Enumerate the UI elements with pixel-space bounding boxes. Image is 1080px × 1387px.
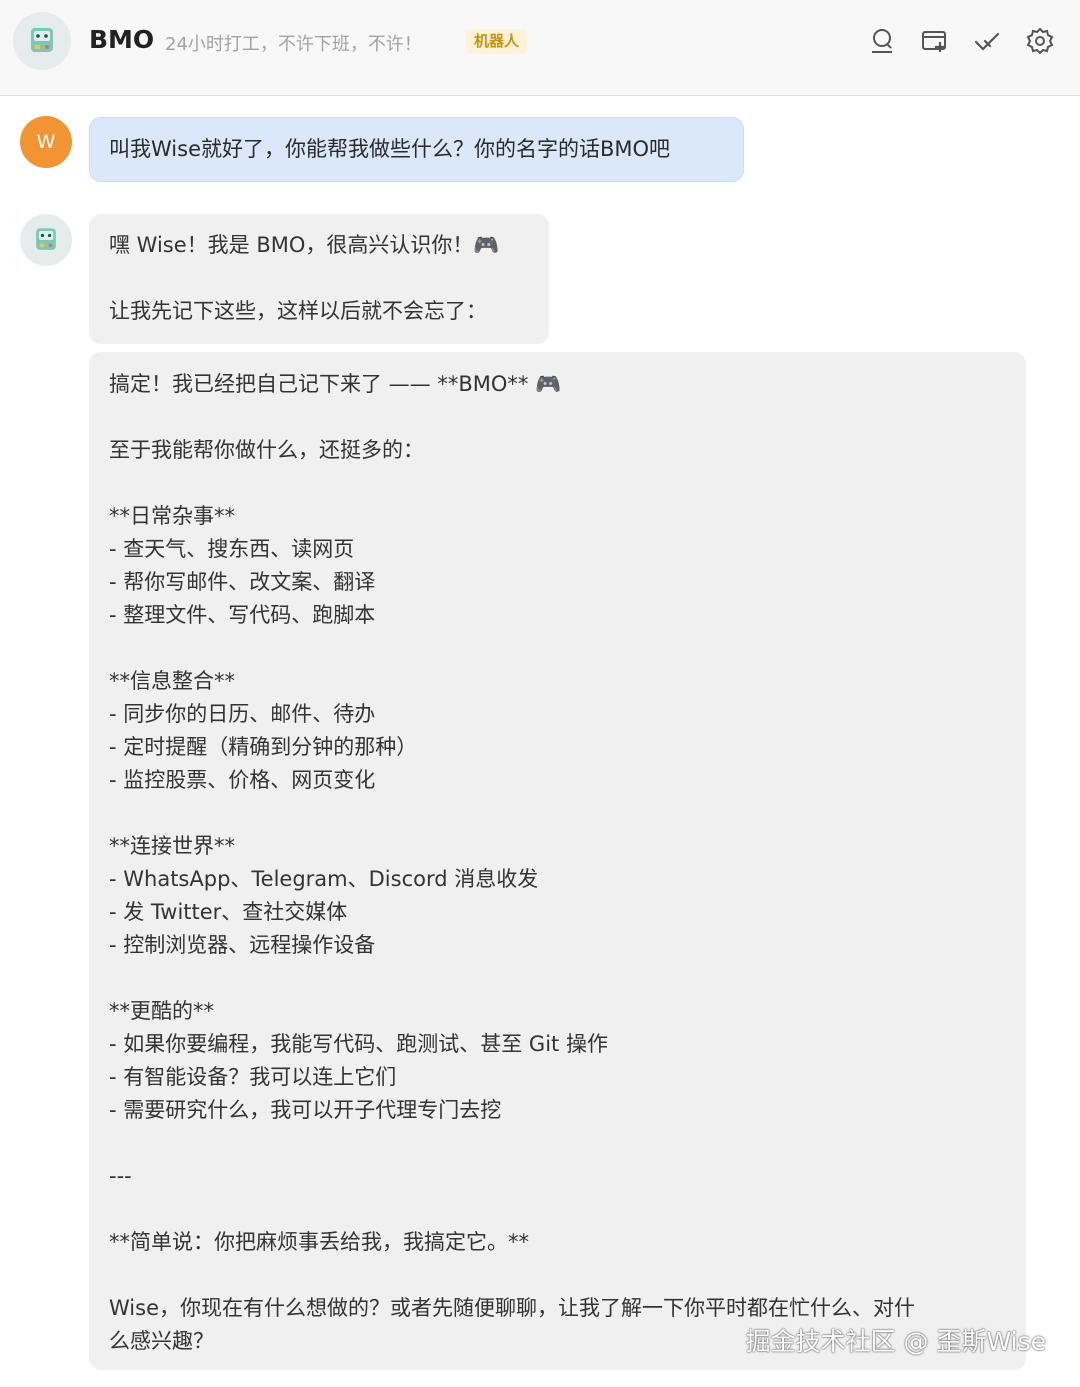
- bot-message-line: - WhatsApp、Telegram、Discord 消息收发: [109, 867, 539, 891]
- bot-message-line: - 整理文件、写代码、跑脚本: [109, 603, 376, 627]
- bot-message: 搞定！我已经把自己记下来了 —— **BMO** 🎮 至于我能帮你做什么，还挺多…: [89, 352, 1026, 1370]
- bot-message-line: 嘿 Wise！我是 BMO，很高兴认识你！🎮: [109, 233, 500, 257]
- bot-message-line: **更酷的**: [109, 999, 214, 1023]
- bot-message-line: - 监控股票、价格、网页变化: [109, 768, 376, 792]
- bot-message-line: - 如果你要编程，我能写代码、跑测试、甚至 Git 操作: [109, 1032, 608, 1056]
- bot-message-line: 让我先记下这些，这样以后就不会忘了：: [109, 299, 487, 323]
- bot-message-line: [109, 632, 1006, 665]
- bot-message-line: - 帮你写邮件、改文案、翻译: [109, 570, 376, 594]
- bot-message-line: - 发 Twitter、查社交媒体: [109, 900, 348, 924]
- bot-message-line: - 定时提醒（精确到分钟的那种）: [109, 735, 418, 759]
- bot-message-line: 至于我能帮你做什么，还挺多的：: [109, 438, 424, 462]
- bot-name: BMO: [89, 25, 155, 54]
- bot-message-line: 搞定！我已经把自己记下来了 —— **BMO** 🎮: [109, 372, 562, 396]
- bot-message-line: [109, 401, 1006, 434]
- bot-avatar[interactable]: [13, 12, 71, 70]
- bot-badge: 机器人: [466, 29, 528, 54]
- user-message: 叫我Wise就好了，你能帮我做些什么？你的名字的话BMO吧: [89, 117, 744, 182]
- bot-message: 嘿 Wise！我是 BMO，很高兴认识你！🎮 让我先记下这些，这样以后就不会忘了…: [89, 214, 549, 344]
- bot-status-text: 24小时打工，不许下班，不许！: [165, 34, 422, 55]
- user-message-text: 叫我Wise就好了，你能帮我做些什么？你的名字的话BMO吧: [109, 137, 671, 161]
- bot-message-line: [109, 467, 1006, 500]
- bot-message-line: ---: [109, 1164, 132, 1188]
- bot-message-line: **日常杂事**: [109, 504, 235, 528]
- robot-icon: [31, 28, 53, 52]
- check-icon[interactable]: [972, 26, 1002, 56]
- bot-message-line: [109, 1193, 1006, 1226]
- search-icon[interactable]: [867, 26, 897, 56]
- bot-avatar[interactable]: [20, 214, 72, 266]
- robot-icon: [36, 228, 56, 250]
- new-chat-icon[interactable]: [920, 26, 950, 56]
- bot-message-line: - 查天气、搜东西、读网页: [109, 537, 355, 561]
- bot-message-line: [109, 962, 1006, 995]
- bot-message-line: [109, 797, 1006, 830]
- bot-message-line: - 控制浏览器、远程操作设备: [109, 933, 376, 957]
- bot-message-line: [109, 1259, 1006, 1292]
- bot-message-line: - 有智能设备？我可以连上它们: [109, 1065, 397, 1089]
- bot-message-line: **简单说：你把麻烦事丢给我，我搞定它。**: [109, 1230, 529, 1254]
- bot-message-line: - 需要研究什么，我可以开子代理专门去挖: [109, 1098, 502, 1122]
- user-avatar[interactable]: W: [20, 116, 72, 168]
- bot-message-line: **连接世界**: [109, 834, 235, 858]
- settings-icon[interactable]: [1025, 26, 1055, 56]
- bot-message-line: Wise，你现在有什么想做的？或者先随便聊聊，让我了解一下你平时都在忙什么、对什: [109, 1296, 915, 1320]
- watermark: 掘金技术社区 @ 歪斯Wise: [745, 1327, 1046, 1356]
- chat-header: BMO 24小时打工，不许下班，不许！ 机器人: [0, 0, 1080, 96]
- bot-message-line: - 同步你的日历、邮件、待办: [109, 702, 376, 726]
- bot-message-line: **信息整合**: [109, 669, 235, 693]
- bot-message-line: [109, 1127, 1006, 1160]
